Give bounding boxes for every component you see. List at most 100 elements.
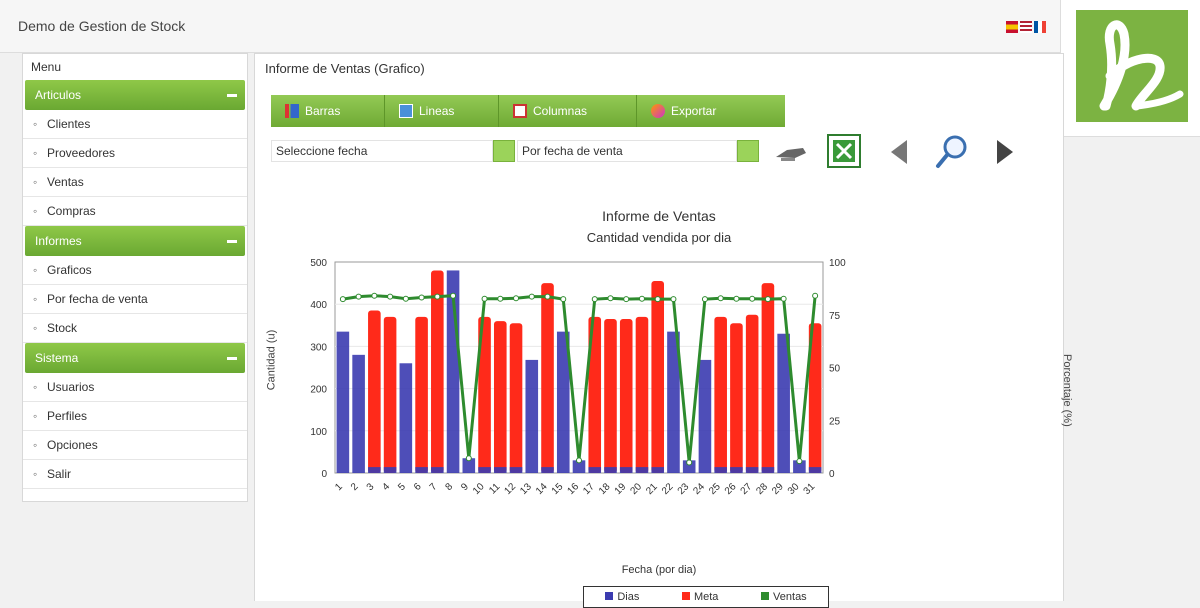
y-tick-label-right: 50: [829, 364, 841, 375]
bar-meta: [493, 321, 507, 473]
next-icon[interactable]: [993, 138, 1017, 166]
x-tick-label: 13: [518, 481, 534, 497]
sidebar-item-compras[interactable]: Compras: [23, 197, 247, 226]
sales-chart: 010020030040050002550751001 2 3 4 5 6 7 8 9 10 11 1…: [310, 258, 846, 497]
bar-dias: [604, 467, 617, 473]
sidebar-item-proveedores[interactable]: Proveedores: [23, 139, 247, 168]
type-filter-button[interactable]: [737, 140, 759, 162]
bar-chart-button[interactable]: Barras: [271, 95, 385, 127]
column-chart-icon: [513, 104, 527, 118]
flag-us-icon[interactable]: [1020, 21, 1032, 33]
legend-swatch: [605, 592, 614, 600]
sidebar-item-clientes[interactable]: Clientes: [23, 110, 247, 139]
x-tick-label: 18: [597, 481, 613, 497]
x-tick-label: 19: [613, 481, 629, 497]
bar-dias: [509, 467, 523, 473]
sidebar-item-perfiles[interactable]: Perfiles: [23, 402, 247, 431]
bar-dias: [478, 467, 491, 473]
line-point: [607, 295, 614, 302]
line-point: [717, 295, 724, 302]
export-label: Exportar: [671, 104, 717, 118]
legend-label: Ventas: [773, 591, 807, 603]
legend-item[interactable]: Dias: [605, 591, 639, 603]
x-tick-label: 23: [676, 481, 692, 497]
x-tick-label: 17: [581, 481, 597, 497]
legend-swatch: [761, 592, 770, 600]
x-tick-label: 26: [723, 481, 739, 497]
bar-chart-label: Barras: [305, 104, 341, 118]
line-point: [355, 293, 362, 300]
bar-meta: [368, 310, 381, 473]
x-tick-label: 3: [365, 481, 377, 493]
sidebar-group-sistema[interactable]: Sistema ▬: [25, 343, 245, 373]
bar-dias: [698, 359, 712, 473]
sidebar-item-salir[interactable]: Salir: [23, 460, 247, 489]
bar-dias: [745, 467, 759, 473]
x-tick-label: 5: [396, 481, 408, 493]
line-point: [339, 296, 346, 303]
x-tick-label: 21: [644, 481, 660, 497]
bar-dias: [493, 467, 507, 473]
sidebar-item-ventas[interactable]: Ventas: [23, 168, 247, 197]
legend-label: Meta: [693, 591, 719, 603]
line-point: [780, 295, 787, 302]
prev-icon[interactable]: [887, 138, 911, 166]
x-tick-label: 22: [660, 481, 676, 497]
x-tick-label: 28: [754, 481, 770, 497]
sidebar-item-graficos[interactable]: Graficos: [23, 256, 247, 285]
excel-icon[interactable]: [827, 134, 861, 168]
export-icon: [651, 104, 665, 118]
line-point: [544, 293, 551, 300]
line-point: [434, 293, 441, 300]
line-point: [733, 295, 740, 302]
sidebar-group-informes[interactable]: Informes ▬: [25, 226, 245, 256]
bar-dias: [635, 467, 649, 473]
bar-meta: [604, 318, 617, 473]
sidebar-item-por-fecha[interactable]: Por fecha de venta: [23, 285, 247, 314]
print-icon[interactable]: [773, 142, 809, 164]
line-point: [450, 292, 457, 299]
flag-fr-icon[interactable]: [1034, 21, 1046, 33]
x-tick-label: 1: [333, 481, 345, 493]
line-point: [623, 296, 630, 303]
y-tick-label: 100: [310, 427, 327, 438]
x-tick-label: 14: [534, 481, 550, 497]
chart-toolbar: Barras Lineas Columnas Exportar: [271, 95, 785, 127]
y-tick-label-right: 100: [829, 258, 846, 269]
page-title: Informe de Ventas (Grafico): [265, 61, 425, 76]
x-tick-label: 20: [628, 481, 644, 497]
line-chart-button[interactable]: Lineas: [385, 95, 499, 127]
line-point: [387, 293, 394, 300]
sidebar-group-label: Sistema: [35, 351, 79, 365]
sidebar-item-usuarios[interactable]: Usuarios: [23, 373, 247, 402]
y-tick-label-right: 75: [829, 311, 841, 322]
flag-es-icon[interactable]: [1006, 21, 1018, 33]
bar-dias: [619, 467, 633, 473]
zoom-icon[interactable]: [935, 134, 969, 170]
line-chart-label: Lineas: [419, 104, 455, 118]
legend-item[interactable]: Ventas: [761, 591, 807, 603]
y-tick-label: 0: [321, 469, 327, 480]
bar-meta: [383, 316, 397, 473]
bar-meta: [619, 318, 633, 473]
legend-label: Dias: [617, 591, 640, 603]
sidebar-group-label: Articulos: [35, 88, 82, 102]
line-point: [513, 295, 520, 302]
sidebar-item-opciones[interactable]: Opciones: [23, 431, 247, 460]
date-filter-input[interactable]: Seleccione fecha: [271, 140, 493, 162]
bar-dias: [352, 354, 365, 473]
legend-item[interactable]: Meta: [681, 591, 719, 603]
date-filter-button[interactable]: [493, 140, 515, 162]
bar-meta: [651, 280, 665, 473]
line-chart-icon: [399, 104, 413, 118]
brand-logo: [1060, 0, 1200, 137]
line-point: [465, 455, 472, 462]
sidebar-group-articulos[interactable]: Articulos ▬: [25, 80, 245, 110]
sidebar-item-stock[interactable]: Stock: [23, 314, 247, 343]
y-tick-label: 200: [310, 385, 327, 396]
column-chart-button[interactable]: Columnas: [499, 95, 637, 127]
line-point: [497, 295, 504, 302]
type-filter-input[interactable]: Por fecha de venta: [517, 140, 737, 162]
export-button[interactable]: Exportar: [637, 95, 785, 127]
x-tick-label: 15: [550, 481, 566, 497]
